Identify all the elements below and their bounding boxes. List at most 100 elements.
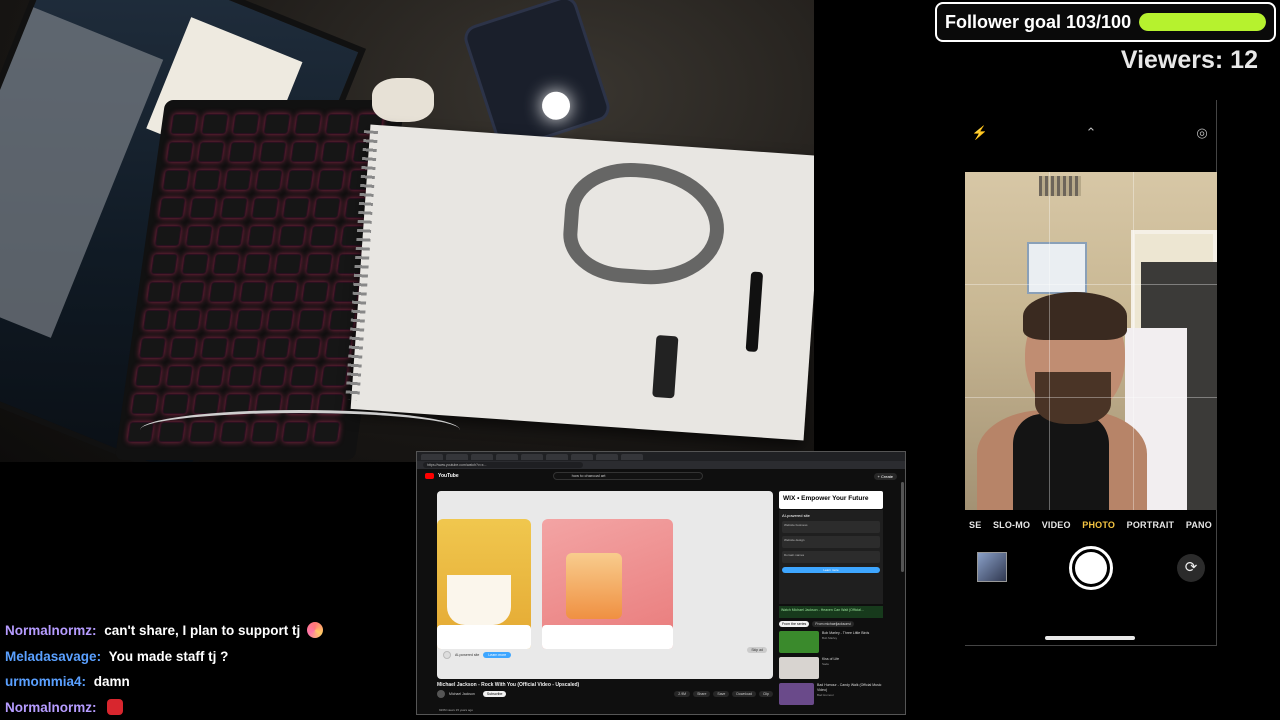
browser-tab[interactable] [571,453,593,460]
chat-overlay: Normalnormz: can't share, I plan to supp… [5,618,410,720]
camera-viewfinder[interactable] [965,172,1217,510]
subscribe-button[interactable]: Subscribe [482,691,507,697]
follower-goal-widget: Follower goal 103/100 [935,2,1276,42]
mode-portrait[interactable]: PORTRAIT [1127,520,1175,536]
camera-top-bar: ⚡ ⌃ ◎ [965,124,1216,142]
keyboard-key [297,310,325,330]
browser-tab[interactable] [621,453,643,460]
browser-tab[interactable] [496,453,518,460]
youtube-logo-icon[interactable] [425,473,434,479]
channel-avatar[interactable] [437,690,445,698]
share-button[interactable]: Share [693,691,711,697]
related-video[interactable]: Bob Marley - Three Little Birds Bob Marl… [779,631,883,653]
clip-button[interactable]: Clip [758,691,773,697]
follower-goal-bar [1139,13,1266,31]
related-thumbnail[interactable] [779,657,819,679]
chat-text: damn [93,674,130,689]
skip-ad-button[interactable]: Skip ad [747,647,767,653]
related-video[interactable]: Kiss of Life Sade [779,657,883,679]
download-button[interactable]: Download [732,691,756,697]
save-button[interactable]: Save [713,691,730,697]
keyboard-key [259,366,286,386]
related-thumbnail[interactable] [779,631,819,653]
keyboard-key [263,114,291,134]
keyboard-key [158,198,186,218]
mode-slo-mo[interactable]: SLO-MO [993,520,1030,536]
mode-pano[interactable]: PANO [1186,520,1212,536]
url-text[interactable]: https://www.youtube.com/watch?v=x... [423,462,583,468]
browser-tab[interactable] [471,453,493,460]
browser-tab-bar [417,452,905,461]
keyboard-key [162,394,189,414]
video-title: Michael Jackson - Rock With You (Officia… [437,682,580,688]
keyboard-key [177,282,205,302]
keyboard-key [201,114,229,134]
chip-from-series[interactable]: From the series [779,621,810,627]
wix-ad-row[interactable]: Website business [782,521,880,533]
eraser [652,334,679,399]
keyboard-key [142,310,170,330]
keyboard-key [166,366,193,386]
keyboard-key [170,114,198,134]
channel-name[interactable]: Michael Jackson [449,692,475,696]
flip-camera-icon[interactable]: ⟳ [1177,554,1205,582]
address-bar[interactable]: https://www.youtube.com/watch?v=x... [417,461,905,469]
keyboard-key [197,142,225,162]
related-channel: Bad Humour [817,693,834,697]
wix-ad-row[interactable]: Website design [782,536,880,548]
shutter-button[interactable] [1069,546,1113,590]
sidebar: WIX • Empower Your Future AI-powered sit… [779,491,883,714]
like-button[interactable]: 2.9M [674,691,691,697]
mode-se[interactable]: SE [969,520,981,536]
phone-camera-app: ⚡ ⌃ ◎ SE SLO-MO VIDEO PHOTO PORTRAIT PAN… [965,100,1217,646]
keyboard-key [139,338,166,358]
keyboard-key [208,282,236,302]
related-thumbnail[interactable] [779,683,814,705]
search-input[interactable]: how to charcoal art [552,472,703,480]
keyboard-key [201,338,228,358]
photo-thumbnail[interactable] [977,552,1007,582]
keyboard-key [189,198,217,218]
chat-username: Normalnormz: [5,623,97,638]
related-banner[interactable]: Watch Michael Jackson - Heaven Can Wait … [779,606,883,618]
chevron-up-icon[interactable]: ⌃ [1082,124,1100,142]
create-button[interactable]: + Create [873,472,897,480]
ad-learn-more-button[interactable]: Learn more [483,652,512,658]
browser-tab[interactable] [596,453,618,460]
keyboard-key [286,170,314,190]
page-scrollbar[interactable] [901,482,904,572]
browser-tab[interactable] [421,453,443,460]
keyboard-key [228,366,255,386]
ad-card-tea [437,519,531,649]
chat-username: urmommia4: [5,674,87,689]
live-photo-off-icon[interactable]: ◎ [1193,124,1211,142]
browser-tab[interactable] [521,453,543,460]
camera-mode-picker[interactable]: SE SLO-MO VIDEO PHOTO PORTRAIT PANO [965,520,1216,536]
wix-learn-more-button[interactable]: Learn more [782,567,880,573]
chip-from-channel[interactable]: From michaeljacksonvi [812,621,854,627]
browser-tab[interactable] [446,453,468,460]
keyboard-key [321,142,349,162]
mode-photo[interactable]: PHOTO [1082,520,1115,536]
browser-tab[interactable] [546,453,568,460]
keyboard-key [181,254,209,274]
related-video[interactable]: Bad Humour - Candy Walk (Official Music … [779,683,883,705]
keyboard-key [301,282,329,302]
keyboard-key [154,226,182,246]
keyboard-key [135,366,162,386]
wix-ad-row[interactable]: Domain names [782,551,880,563]
keyboard-key [232,338,259,358]
wix-ad-banner[interactable]: WIX • Empower Your Future [779,491,883,509]
flash-off-icon[interactable]: ⚡ [971,124,989,142]
video-player[interactable]: AI-powered site Learn more Skip ad [437,491,773,679]
keyboard-key [170,338,197,358]
youtube-logo[interactable]: YouTube [438,473,459,479]
mode-video[interactable]: VIDEO [1042,520,1071,536]
keyboard-key [290,142,318,162]
keyboard-key [212,254,240,274]
video-description[interactable]: 926M views 15 years ago [439,708,473,712]
chat-message: Meladasavage: You made staff tj ? [5,644,410,670]
related-title[interactable]: Bad Humour - Candy Walk (Official Music … [817,683,883,693]
keyboard-key [251,198,279,218]
keyboard-key [216,226,244,246]
